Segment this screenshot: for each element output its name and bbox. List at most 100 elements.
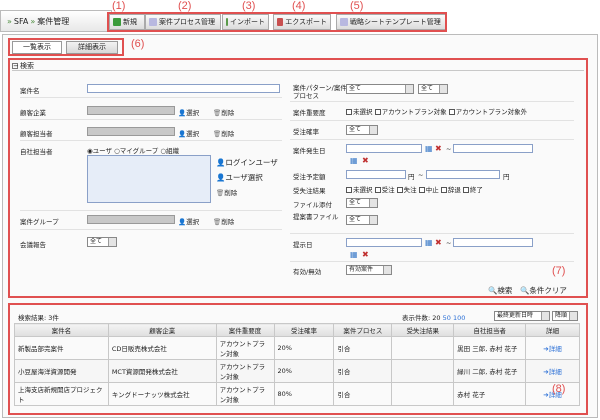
- annotation-6: (6): [131, 38, 145, 50]
- valid-select[interactable]: 有効案件: [346, 265, 392, 275]
- col-header[interactable]: 顧客企業: [107, 323, 217, 337]
- result-label: 受失注結果: [293, 187, 326, 195]
- collapse-icon: −: [12, 62, 19, 70]
- clear-button[interactable]: 🔍条件クリア: [520, 285, 567, 296]
- annotation-3: (3): [242, 0, 256, 12]
- col-header[interactable]: 受注確率: [273, 323, 335, 337]
- divider: [290, 101, 574, 102]
- importance-checkbox[interactable]: アカウントプラン対象外: [448, 108, 527, 116]
- tab-list[interactable]: 一覧表示: [12, 41, 62, 54]
- divider: [20, 140, 282, 141]
- cb-label: 辞退: [447, 186, 461, 194]
- case-name-input[interactable]: [87, 84, 280, 93]
- importance-checkboxes: 未選択 アカウントプラン対象 アカウントプラン対象外: [346, 106, 527, 116]
- radio-user[interactable]: ◉ユーザ: [87, 147, 112, 155]
- calendar-icon[interactable]: ▦: [350, 156, 358, 165]
- person-icon: 👤: [178, 109, 187, 117]
- owner-listbox[interactable]: [87, 155, 211, 203]
- search-button[interactable]: 🔍検索: [488, 285, 512, 296]
- group-delete-button[interactable]: 🗑削除: [213, 216, 234, 226]
- radio-org-label: 組織: [166, 147, 180, 155]
- radio-mygroup[interactable]: ○マイグループ: [114, 147, 158, 155]
- calendar-icon[interactable]: ▦: [425, 238, 433, 247]
- contact-select-button[interactable]: 👤選択: [178, 128, 199, 138]
- tilde: ~: [446, 239, 452, 247]
- radio-org[interactable]: ○組織: [160, 147, 179, 155]
- importance-checkbox[interactable]: アカウントプラン対象: [374, 108, 447, 116]
- cell-name: 上海支店新規開店プロジェクト: [14, 382, 109, 406]
- cell-customer: MCT資源開発株式会社: [107, 359, 217, 383]
- cell-process: 引合: [333, 382, 393, 406]
- col-header[interactable]: 案件重要度: [215, 323, 275, 337]
- cell-importance: アカウントプラン対象: [215, 382, 275, 406]
- result-checkbox[interactable]: 辞退: [440, 186, 461, 194]
- cell-owner: 黒田 三郎, 赤村 花子: [453, 336, 527, 360]
- result-checkbox[interactable]: 終了: [462, 186, 483, 194]
- pattern-select[interactable]: 全て: [346, 84, 414, 94]
- result-checkbox[interactable]: 受注: [374, 186, 395, 194]
- select-label: 選択: [186, 218, 200, 226]
- clear-date-icon[interactable]: ✖: [435, 144, 442, 153]
- present-from-input[interactable]: [346, 238, 422, 247]
- owner-delete-button[interactable]: 🗑削除: [216, 187, 237, 197]
- date-from-input[interactable]: [346, 144, 422, 153]
- breadcrumb-root[interactable]: SFA: [14, 17, 28, 26]
- process-select[interactable]: 全て: [418, 84, 448, 94]
- table-row: 新製品部完案件 CD日販売株式会社 アカウントプラン対象 20% 引合 黒田 三…: [14, 336, 580, 360]
- toolbar-highlight: [107, 12, 447, 32]
- divider: [290, 261, 574, 262]
- annotation-1: (1): [112, 0, 126, 12]
- result-checkbox[interactable]: 中止: [418, 186, 439, 194]
- date-to-input[interactable]: [453, 144, 533, 153]
- col-header[interactable]: 案件名: [14, 323, 109, 337]
- cb-label: 失注: [403, 186, 417, 194]
- importance-checkbox[interactable]: 未選択: [346, 108, 373, 116]
- present-to-input[interactable]: [453, 238, 533, 247]
- col-header[interactable]: 案件プロセス: [333, 323, 393, 337]
- user-select-button[interactable]: 👤ユーザ選択: [216, 172, 263, 183]
- clear-date-icon[interactable]: ✖: [362, 156, 369, 165]
- group-select-button[interactable]: 👤選択: [178, 216, 199, 226]
- contact-delete-button[interactable]: 🗑削除: [213, 128, 234, 138]
- cb-label: 未選択: [353, 186, 373, 194]
- cell-prob: 80%: [273, 382, 335, 406]
- col-header[interactable]: 詳細: [525, 323, 580, 337]
- person-icon: 👤: [178, 218, 187, 226]
- table-row: 上海支店新規開店プロジェクト キングドーナッツ株式会社 アカウントプラン対象 8…: [14, 382, 580, 406]
- result-checkbox[interactable]: 失注: [396, 186, 417, 194]
- col-header[interactable]: 受失注結果: [391, 323, 455, 337]
- tab-detail[interactable]: 詳細表示: [66, 41, 118, 54]
- prob-select[interactable]: 全て: [346, 125, 378, 135]
- divider: [290, 233, 574, 234]
- sort-select[interactable]: 最終更新日時: [494, 311, 550, 321]
- meeting-select[interactable]: 全て: [87, 237, 117, 247]
- detail-link[interactable]: ➔詳細: [525, 336, 580, 360]
- clear-date-icon[interactable]: ✖: [435, 238, 442, 247]
- customer-delete-button[interactable]: 🗑削除: [213, 107, 234, 117]
- order-select[interactable]: 降順: [552, 311, 578, 321]
- per-page-100[interactable]: 100: [453, 314, 465, 322]
- person-icon: 👤: [216, 158, 226, 167]
- per-page-label: 表示件数:: [402, 314, 431, 322]
- user-select-label: ユーザ選択: [225, 173, 263, 182]
- result-checkbox[interactable]: 未選択: [346, 186, 373, 194]
- contact-field: [87, 127, 175, 136]
- amount-to-input[interactable]: [426, 170, 500, 179]
- divider: [20, 119, 282, 120]
- calendar-icon[interactable]: ▦: [350, 250, 358, 259]
- per-page-control: 表示件数: 20 50 100: [402, 312, 465, 322]
- col-header[interactable]: 自社担当者: [453, 323, 527, 337]
- annotation-5: (5): [350, 0, 364, 12]
- customer-select-button[interactable]: 👤選択: [178, 107, 199, 117]
- proposal-select[interactable]: 全て: [346, 215, 378, 225]
- clear-date-icon[interactable]: ✖: [362, 250, 369, 259]
- delete-label: 削除: [221, 130, 235, 138]
- double-chevron-icon: »: [30, 16, 36, 26]
- login-user-button[interactable]: 👤ログインユーザ: [216, 157, 278, 168]
- detail-link[interactable]: ➔詳細: [525, 359, 580, 383]
- amount-from-input[interactable]: [346, 170, 406, 179]
- per-page-50[interactable]: 50: [443, 314, 451, 322]
- file-select[interactable]: 全て: [346, 198, 378, 208]
- calendar-icon[interactable]: ▦: [425, 144, 433, 153]
- proposal-label: 提案書ファイル: [293, 213, 339, 221]
